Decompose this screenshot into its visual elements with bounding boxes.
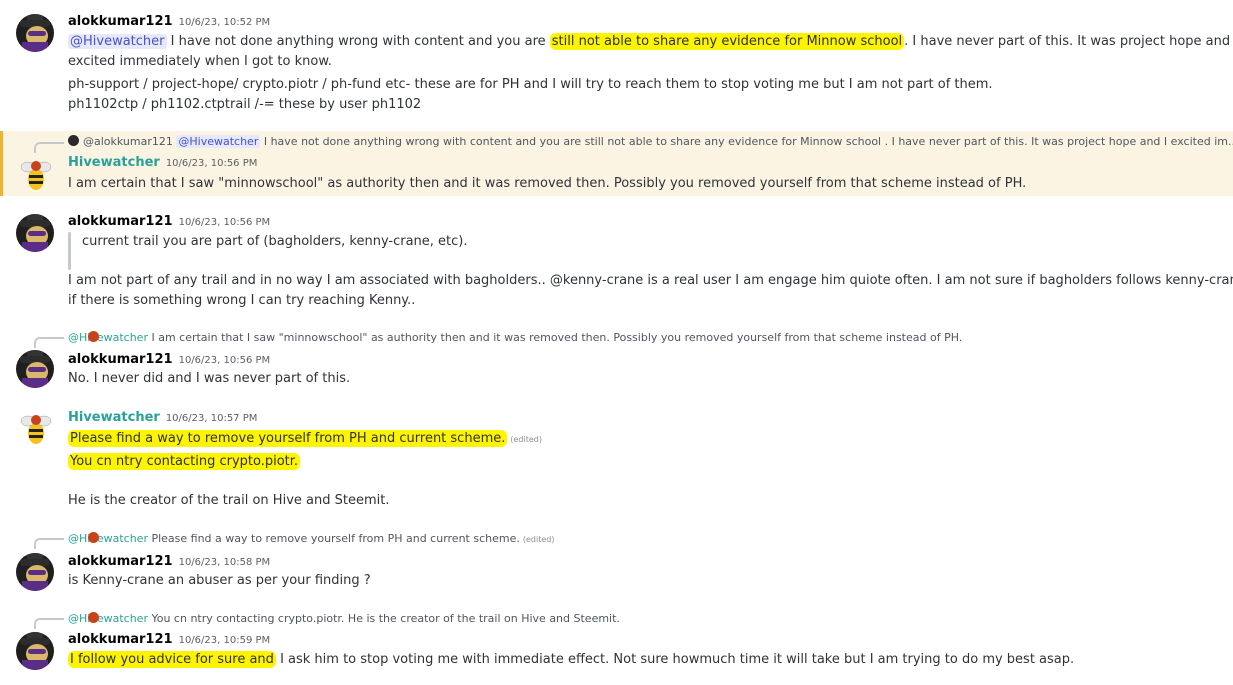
message-text: if there is something wrong I can try re… bbox=[68, 293, 416, 308]
author-name[interactable]: alokkumar121 10/6/23, 10:56 PM bbox=[68, 352, 270, 367]
author-name[interactable]: alokkumar121 10/6/23, 10:52 PM bbox=[68, 14, 270, 29]
author-name[interactable]: Hivewatcher 10/6/23, 10:57 PM bbox=[68, 410, 257, 425]
message-text: No. I never did and I was never part of … bbox=[68, 371, 351, 386]
reply-spine bbox=[34, 618, 64, 629]
highlight-mark: I follow you advice for sure and bbox=[68, 651, 276, 668]
user-mention[interactable]: @Hivewatcher bbox=[68, 34, 167, 49]
author-name[interactable]: alokkumar121 10/6/23, 10:59 PM bbox=[68, 632, 270, 647]
reply-spine bbox=[34, 538, 64, 549]
message-text: He is the creator of the trail on Hive a… bbox=[68, 493, 390, 508]
reply-avatar-icon bbox=[88, 612, 99, 623]
author-name[interactable]: alokkumar121 10/6/23, 10:56 PM bbox=[68, 214, 270, 229]
message: @Hivewatcher You cn ntry contacting cryp… bbox=[0, 608, 1233, 685]
message-text: @Hivewatcher I have not done anything wr… bbox=[68, 33, 1233, 50]
timestamp: 10/6/23, 10:57 PM bbox=[165, 413, 258, 424]
reply-preview[interactable]: @Hivewatcher I am certain that I saw "mi… bbox=[68, 331, 962, 344]
message-text: I am certain that I saw "minnowschool" a… bbox=[68, 176, 1027, 191]
blockquote-bar bbox=[68, 232, 71, 270]
reply-preview[interactable]: @alokkumar121 @Hivewatcher I have not do… bbox=[68, 135, 1233, 148]
reply-avatar-icon bbox=[88, 532, 99, 543]
reply-avatar-icon bbox=[68, 135, 79, 146]
timestamp: 10/6/23, 10:59 PM bbox=[178, 635, 271, 646]
avatar[interactable] bbox=[16, 632, 54, 670]
message-text: is Kenny-crane an abuser as per your fin… bbox=[68, 573, 371, 588]
message: @Hivewatcher Please find a way to remove… bbox=[0, 528, 1233, 593]
highlight-mark: You cn ntry contacting crypto.piotr. bbox=[68, 453, 301, 470]
timestamp: 10/6/23, 10:56 PM bbox=[165, 158, 258, 169]
blockquote-text: current trail you are part of (bagholder… bbox=[82, 234, 468, 249]
author-name[interactable]: Hivewatcher 10/6/23, 10:56 PM bbox=[68, 155, 257, 170]
message-text: ph1102ctp / ph1102.ctptrail /-= these by… bbox=[68, 97, 422, 112]
bee-avatar-icon[interactable] bbox=[20, 409, 52, 447]
avatar[interactable] bbox=[16, 214, 54, 252]
reply-avatar-icon bbox=[88, 331, 99, 342]
message: Hivewatcher 10/6/23, 10:57 PM Please find… bbox=[0, 403, 1233, 515]
timestamp: 10/6/23, 10:56 PM bbox=[178, 217, 271, 228]
reply-preview[interactable]: @Hivewatcher Please find a way to remove… bbox=[68, 532, 554, 545]
message-text: I follow you advice for sure and I ask h… bbox=[68, 651, 1075, 668]
bee-avatar-icon[interactable] bbox=[20, 155, 52, 193]
message: alokkumar121 10/6/23, 10:56 PM current tr… bbox=[0, 205, 1233, 315]
message-text: Please find a way to remove yourself fro… bbox=[68, 430, 542, 447]
message-text: ph-support / project-hope/ crypto.piotr … bbox=[68, 77, 993, 92]
timestamp: 10/6/23, 10:56 PM bbox=[178, 355, 271, 366]
reply-spine bbox=[34, 142, 64, 153]
avatar[interactable] bbox=[16, 350, 54, 388]
message: alokkumar121 10/6/23, 10:52 PM @Hivewatch… bbox=[0, 0, 1233, 125]
message: @Hivewatcher I am certain that I saw "mi… bbox=[0, 328, 1233, 390]
message-text: I am not part of any trail and in no way… bbox=[68, 273, 1233, 288]
timestamp: 10/6/23, 10:58 PM bbox=[178, 557, 271, 568]
user-mention[interactable]: @Hivewatcher bbox=[176, 135, 261, 148]
message-text: excited immediately when I got to know. bbox=[68, 54, 332, 69]
message-highlighted: @alokkumar121 @Hivewatcher I have not do… bbox=[0, 131, 1233, 196]
reply-preview[interactable]: @Hivewatcher You cn ntry contacting cryp… bbox=[68, 612, 620, 625]
highlight-mark: still not able to share any evidence for… bbox=[549, 33, 905, 50]
avatar[interactable] bbox=[16, 553, 54, 591]
reply-spine bbox=[34, 337, 64, 348]
highlight-mark: Please find a way to remove yourself fro… bbox=[68, 430, 508, 447]
edited-label: (edited) bbox=[510, 435, 542, 444]
edited-label: (edited) bbox=[522, 535, 555, 544]
timestamp: 10/6/23, 10:52 PM bbox=[178, 17, 271, 28]
message-text: You cn ntry contacting crypto.piotr. bbox=[68, 453, 301, 470]
author-name[interactable]: alokkumar121 10/6/23, 10:58 PM bbox=[68, 554, 270, 569]
avatar[interactable] bbox=[16, 14, 54, 52]
